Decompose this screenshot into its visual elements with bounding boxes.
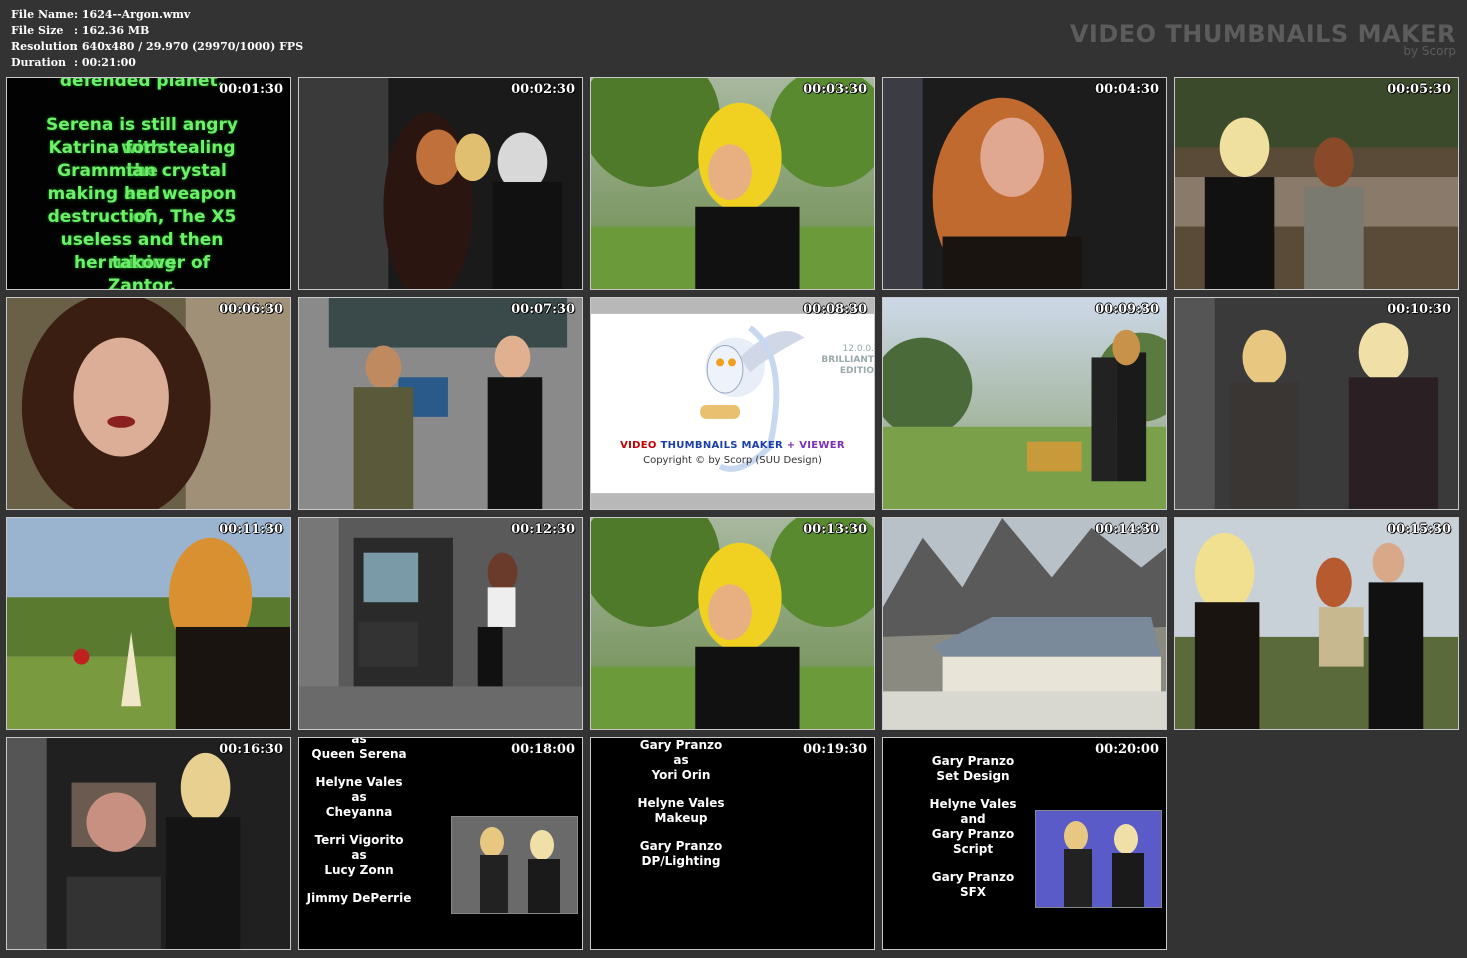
credit-line: Cheyanna (325, 805, 393, 819)
credit-line: Yori Orin (651, 768, 711, 782)
thumbnail-frame (591, 298, 874, 509)
thumbnail-11[interactable]: 00:11:30 (6, 517, 291, 730)
file-info-panel: File Name : 1624--Argon.wmv File Size : … (11, 7, 303, 71)
thumbnail-9[interactable]: 00:09:30 (882, 297, 1167, 510)
thumbnail-frame (883, 518, 1166, 729)
timestamp-label: 00:16:30 (219, 742, 283, 757)
thumbnail-2[interactable]: 00:02:30 (298, 77, 583, 290)
timestamp-label: 00:04:30 (1095, 82, 1159, 97)
thumbnail-frame (1175, 78, 1458, 289)
timestamp-label: 00:06:30 (219, 302, 283, 317)
thumbnail-3[interactable]: 00:03:30 (590, 77, 875, 290)
timestamp-label: 00:05:30 (1387, 82, 1451, 97)
thumbnail-6[interactable]: 00:06:30 (6, 297, 291, 510)
timestamp-label: 00:15:30 (1387, 522, 1451, 537)
thumbnail-7[interactable]: 00:07:30 (298, 297, 583, 510)
credit-line: Gary Pranzo (639, 738, 723, 752)
thumbnail-5[interactable]: 00:05:30 (1174, 77, 1459, 290)
info-file-size: File Size : 162.36 MB (11, 24, 150, 37)
credit-line: Terri Vigorito (314, 833, 404, 847)
thumbnail-4[interactable]: 00:04:30 (882, 77, 1167, 290)
thumbnail-frame (299, 518, 582, 729)
credit-line: Jimmy DePerrie (306, 891, 412, 905)
credit-line: Script (952, 842, 994, 856)
info-duration: Duration : 00:21:00 (11, 56, 136, 69)
credit-photo (1035, 810, 1162, 908)
credit-line: Helyne Vales (637, 796, 725, 810)
credit-line: Helyne Vales (315, 775, 403, 789)
thumbnail-8[interactable]: VIDEO THUMBNAILS MAKER + VIEWER Copyright… (590, 297, 875, 510)
credit-line: Makeup (654, 811, 708, 825)
timestamp-label: 00:02:30 (511, 82, 575, 97)
intro-text-line: her takover of Zantor. (73, 253, 211, 290)
timestamp-label: 00:07:30 (511, 302, 575, 317)
credit-line: as (351, 737, 367, 746)
timestamp-label: 00:13:30 (803, 522, 867, 537)
credit-line: Gary Pranzo (931, 870, 1015, 884)
credit-line: Gary Pranzo (931, 754, 1015, 768)
thumbnail-frame (883, 298, 1166, 509)
thumbnail-frame (591, 78, 874, 289)
thumbnail-19[interactable]: Gary Pranzo Set Design Helyne Vales and Gary… (882, 737, 1167, 950)
timestamp-label: 00:09:30 (1095, 302, 1159, 317)
thumbnail-1[interactable]: defended planet. Serena is still angry wi… (6, 77, 291, 290)
thumbnail-frame (883, 78, 1166, 289)
intro-text-line: destruction, The X5 (47, 207, 237, 227)
thumbnail-14[interactable]: 00:14:30 (882, 517, 1167, 730)
credit-line: and (960, 812, 986, 826)
thumbnail-16[interactable]: 00:16:30 (6, 737, 291, 950)
timestamp-label: 00:18:00 (511, 742, 575, 757)
logo-version: 12.0.0. BRILLIANT EDITIO (821, 344, 874, 376)
credit-line: Set Design (936, 769, 1010, 783)
credit-line: as (351, 790, 367, 804)
credit-line: Lucy Zonn (324, 863, 394, 877)
timestamp-label: 00:01:30 (219, 82, 283, 97)
timestamp-label: 00:11:30 (219, 522, 283, 537)
timestamp-label: 00:03:30 (803, 82, 867, 97)
credit-line: Helyne Vales (929, 797, 1017, 811)
credit-line: as (351, 848, 367, 862)
thumbnail-frame: defended planet. Serena is still angry wi… (7, 78, 290, 289)
credit-line: as (673, 753, 689, 767)
credit-line: DP/Lighting (641, 854, 721, 868)
thumbnail-frame: Gary Pranzo Set Design Helyne Vales and Gary… (883, 738, 1166, 949)
thumbnail-frame (1175, 298, 1458, 509)
thumbnail-frame (7, 298, 290, 509)
timestamp-label: 00:12:30 (511, 522, 575, 537)
logo-title: VIDEO THUMBNAILS MAKER + VIEWER (620, 440, 845, 451)
intro-text-top: defended planet. (59, 77, 225, 91)
thumbnail-frame (1175, 518, 1458, 729)
timestamp-label: 00:08:30 (803, 302, 867, 317)
thumbnail-10[interactable]: 00:10:30 (1174, 297, 1459, 510)
thumbnail-frame (299, 78, 582, 289)
timestamp-label: 00:10:30 (1387, 302, 1451, 317)
thumbnail-12[interactable]: 00:12:30 (298, 517, 583, 730)
timestamp-label: 00:14:30 (1095, 522, 1159, 537)
info-resolution: Resolution : 640x480 / 29.970 (29970/100… (11, 40, 304, 53)
logo-copyright: Copyright © by Scorp (SUU Design) (643, 455, 822, 466)
credit-line: Gary Pranzo (931, 827, 1015, 841)
thumbnail-13[interactable]: 00:13:30 (590, 517, 875, 730)
info-file-name: File Name : 1624--Argon.wmv (11, 8, 191, 21)
thumbnail-frame (591, 518, 874, 729)
credit-photo (451, 816, 578, 914)
thumbnail-frame: Gary Pranzo as Yori Orin Helyne Vales Makeup… (591, 738, 874, 949)
thumbnail-15[interactable]: 00:15:30 (1174, 517, 1459, 730)
thumbnail-frame (7, 518, 290, 729)
thumbnail-frame (299, 298, 582, 509)
thumbnail-18[interactable]: Gary Pranzo as Yori Orin Helyne Vales Makeup… (590, 737, 875, 950)
credit-line: SFX (959, 885, 987, 899)
credit-line: Queen Serena (311, 747, 407, 761)
thumbnail-frame (7, 738, 290, 949)
brand-title: VIDEO THUMBNAILS MAKER (1069, 20, 1456, 48)
timestamp-label: 00:19:30 (803, 742, 867, 757)
thumbnail-17[interactable]: as Queen Serena Helyne Vales as Cheyanna Terr… (298, 737, 583, 950)
credit-line: Gary Pranzo (639, 839, 723, 853)
brand-watermark: VIDEO THUMBNAILS MAKER by Scorp (1070, 20, 1456, 57)
thumbnail-frame: as Queen Serena Helyne Vales as Cheyanna Terr… (299, 738, 582, 949)
timestamp-label: 00:20:00 (1095, 742, 1159, 757)
